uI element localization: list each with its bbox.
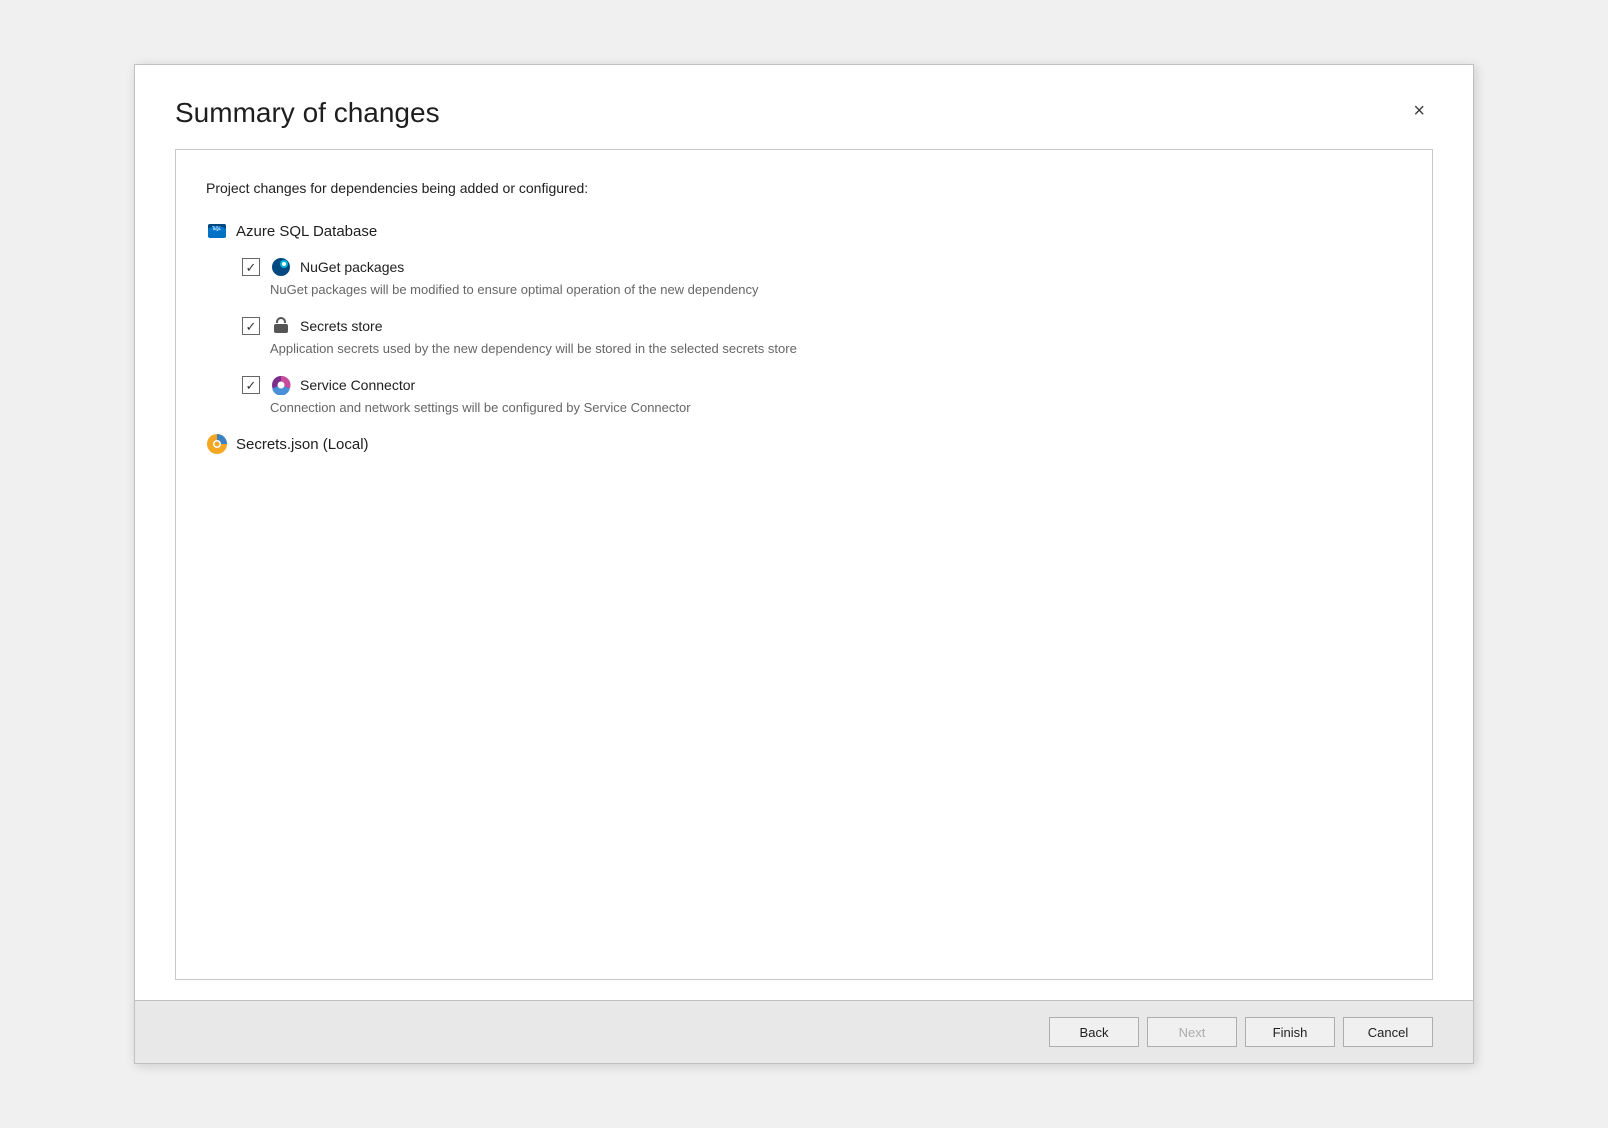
content-box: Project changes for dependencies being a… — [175, 149, 1433, 980]
dialog-title: Summary of changes — [175, 97, 440, 129]
summary-dialog: Summary of changes × Project changes for… — [134, 64, 1474, 1064]
service-connector-icon — [270, 374, 292, 396]
nuget-checkbox[interactable]: ✓ — [242, 258, 260, 276]
secrets-store-header: ✓ Secrets store — [242, 315, 1402, 337]
secrets-json-icon — [206, 433, 228, 455]
nuget-text: NuGet packages — [300, 259, 404, 275]
azure-sql-title: SQL SQL Azure SQL Database — [206, 220, 1402, 242]
next-button[interactable]: Next — [1147, 1017, 1237, 1047]
footer-bar: Back Next Finish Cancel — [135, 1000, 1473, 1063]
change-item-service-connector: ✓ Service Connector — [242, 374, 1402, 415]
finish-button[interactable]: Finish — [1245, 1017, 1335, 1047]
service-connector-header: ✓ Service Connector — [242, 374, 1402, 396]
secrets-json-label: Secrets.json (Local) — [236, 436, 369, 453]
back-button[interactable]: Back — [1049, 1017, 1139, 1047]
service-connector-checkmark: ✓ — [246, 379, 257, 392]
change-item-secrets-store: ✓ Secrets store Applicat — [242, 315, 1402, 356]
secrets-store-description: Application secrets used by the new depe… — [270, 341, 1402, 356]
secrets-store-label: Secrets store — [270, 315, 382, 337]
service-connector-description: Connection and network settings will be … — [270, 400, 1402, 415]
service-connector-text: Service Connector — [300, 377, 415, 393]
change-item-nuget: ✓ NuGet packages — [242, 256, 1402, 297]
azure-sql-icon: SQL SQL — [206, 220, 228, 242]
service-connector-label: Service Connector — [270, 374, 415, 396]
secrets-store-checkmark: ✓ — [246, 320, 257, 333]
secrets-store-checkbox[interactable]: ✓ — [242, 317, 260, 335]
azure-sql-label: Azure SQL Database — [236, 223, 377, 240]
service-connector-checkbox[interactable]: ✓ — [242, 376, 260, 394]
svg-text:SQL: SQL — [213, 226, 222, 231]
cancel-button[interactable]: Cancel — [1343, 1017, 1433, 1047]
nuget-label: NuGet packages — [270, 256, 404, 278]
lock-icon — [270, 315, 292, 337]
close-button[interactable]: × — [1405, 97, 1433, 125]
section-intro: Project changes for dependencies being a… — [206, 180, 1402, 196]
dependency-group-azure-sql: SQL SQL Azure SQL Database ✓ — [206, 220, 1402, 415]
nuget-icon — [270, 256, 292, 278]
dialog-body: Project changes for dependencies being a… — [135, 149, 1473, 1000]
nuget-description: NuGet packages will be modified to ensur… — [270, 282, 1402, 297]
nuget-header: ✓ NuGet packages — [242, 256, 1402, 278]
secrets-store-text: Secrets store — [300, 318, 382, 334]
nuget-checkmark: ✓ — [246, 261, 257, 274]
secrets-json-group: Secrets.json (Local) — [206, 433, 1402, 455]
dialog-header: Summary of changes × — [135, 65, 1473, 149]
